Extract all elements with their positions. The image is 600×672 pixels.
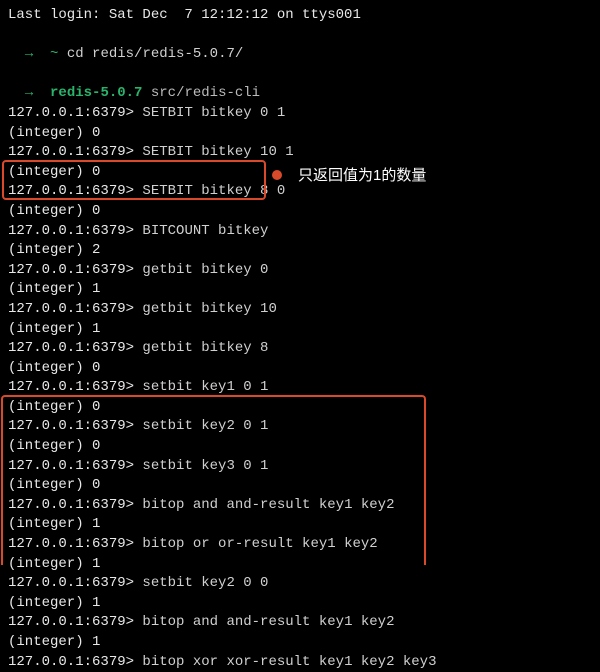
redis-output: (integer) 1 — [8, 594, 592, 614]
redis-prompt: 127.0.0.1:6379> — [8, 262, 134, 278]
redis-command: bitop and and-result key1 key2 — [134, 614, 394, 630]
prompt-tilde: ~ — [50, 46, 58, 62]
redis-command: bitop or or-result key1 key2 — [134, 536, 378, 552]
redis-output: (integer) 1 — [8, 280, 592, 300]
redis-command-line[interactable]: 127.0.0.1:6379> SETBIT bitkey 10 1 — [8, 143, 592, 163]
redis-command-line[interactable]: 127.0.0.1:6379> setbit key2 0 1 — [8, 417, 592, 437]
redis-command: setbit key3 0 1 — [134, 458, 268, 474]
redis-output: (integer) 1 — [8, 633, 592, 653]
redis-output: (integer) 1 — [8, 320, 592, 340]
redis-prompt: 127.0.0.1:6379> — [8, 654, 134, 670]
redis-command-line[interactable]: 127.0.0.1:6379> setbit key3 0 1 — [8, 457, 592, 477]
redis-prompt: 127.0.0.1:6379> — [8, 614, 134, 630]
redis-command: BITCOUNT bitkey — [134, 223, 268, 239]
redis-command-line[interactable]: 127.0.0.1:6379> setbit key1 0 1 — [8, 378, 592, 398]
redis-command-line[interactable]: 127.0.0.1:6379> BITCOUNT bitkey — [8, 222, 592, 242]
redis-command: SETBIT bitkey 8 0 — [134, 183, 285, 199]
redis-output: (integer) 1 — [8, 515, 592, 535]
redis-prompt: 127.0.0.1:6379> — [8, 105, 134, 121]
redis-command-line[interactable]: 127.0.0.1:6379> SETBIT bitkey 0 1 — [8, 104, 592, 124]
redis-output: (integer) 0 — [8, 359, 592, 379]
redis-command: getbit bitkey 0 — [134, 262, 268, 278]
redis-prompt: 127.0.0.1:6379> — [8, 301, 134, 317]
redis-output: (integer) 0 — [8, 202, 592, 222]
redis-output: (integer) 0 — [8, 398, 592, 418]
redis-command: SETBIT bitkey 10 1 — [134, 144, 294, 160]
redis-prompt: 127.0.0.1:6379> — [8, 144, 134, 160]
redis-command-line[interactable]: 127.0.0.1:6379> bitop and and-result key… — [8, 613, 592, 633]
redis-command: bitop xor xor-result key1 key2 key3 — [134, 654, 436, 670]
redis-command: bitop and and-result key1 key2 — [134, 497, 394, 513]
redis-prompt: 127.0.0.1:6379> — [8, 183, 134, 199]
redis-prompt: 127.0.0.1:6379> — [8, 497, 134, 513]
redis-output: (integer) 0 — [8, 124, 592, 144]
last-login-line: Last login: Sat Dec 7 12:12:12 on ttys00… — [8, 6, 592, 26]
redis-prompt: 127.0.0.1:6379> — [8, 379, 134, 395]
redis-prompt: 127.0.0.1:6379> — [8, 418, 134, 434]
redis-prompt: 127.0.0.1:6379> — [8, 340, 134, 356]
redis-output: (integer) 0 — [8, 476, 592, 496]
redis-command: setbit key2 0 0 — [134, 575, 268, 591]
prompt-dir: redis-5.0.7 — [50, 85, 142, 101]
redis-prompt: 127.0.0.1:6379> — [8, 223, 134, 239]
annotation-text: 只返回值为1的数量 — [298, 165, 426, 186]
prompt-arrow-icon: → — [25, 85, 33, 101]
prompt-arrow-icon: → — [25, 46, 33, 62]
redis-command: SETBIT bitkey 0 1 — [134, 105, 285, 121]
annotation-dot-icon — [272, 170, 282, 180]
redis-prompt: 127.0.0.1:6379> — [8, 575, 134, 591]
redis-command-line[interactable]: 127.0.0.1:6379> setbit key2 0 0 — [8, 574, 592, 594]
redis-command: setbit key1 0 1 — [134, 379, 268, 395]
redis-output: (integer) 1 — [8, 555, 592, 575]
redis-command: setbit key2 0 1 — [134, 418, 268, 434]
redis-command: getbit bitkey 8 — [134, 340, 268, 356]
redis-output: (integer) 2 — [8, 241, 592, 261]
redis-command-line[interactable]: 127.0.0.1:6379> getbit bitkey 0 — [8, 261, 592, 281]
redis-command-line[interactable]: 127.0.0.1:6379> bitop xor xor-result key… — [8, 653, 592, 672]
redis-command-line[interactable]: 127.0.0.1:6379> bitop and and-result key… — [8, 496, 592, 516]
redis-command: getbit bitkey 10 — [134, 301, 277, 317]
redis-output: (integer) 0 — [8, 437, 592, 457]
redis-command-line[interactable]: 127.0.0.1:6379> getbit bitkey 10 — [8, 300, 592, 320]
shell-command: src/redis-cli — [151, 85, 260, 101]
shell-command: cd redis/redis-5.0.7/ — [67, 46, 243, 62]
redis-prompt: 127.0.0.1:6379> — [8, 458, 134, 474]
redis-prompt: 127.0.0.1:6379> — [8, 536, 134, 552]
redis-command-line[interactable]: 127.0.0.1:6379> bitop or or-result key1 … — [8, 535, 592, 555]
shell-prompt-1[interactable]: → ~ cd redis/redis-5.0.7/ — [8, 26, 592, 65]
redis-command-line[interactable]: 127.0.0.1:6379> getbit bitkey 8 — [8, 339, 592, 359]
shell-prompt-2[interactable]: → redis-5.0.7 src/redis-cli — [8, 65, 592, 104]
